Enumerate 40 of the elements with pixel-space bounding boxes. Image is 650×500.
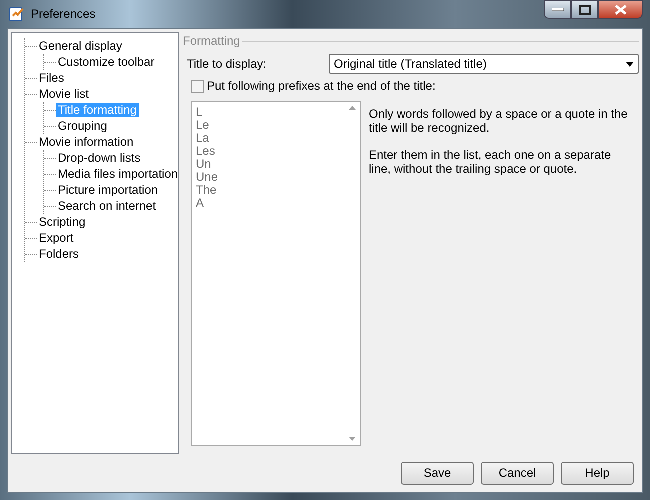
help-text: Enter them in the list, each one on a separate line, without the trailing space or quote. xyxy=(369,148,612,176)
tree-item[interactable]: Media files importation xyxy=(56,167,180,181)
save-button[interactable]: Save xyxy=(401,462,474,484)
tree-item[interactable]: Customize toolbar xyxy=(56,55,157,69)
tree-item[interactable]: Export xyxy=(37,231,76,245)
tree-item[interactable]: Search on internet xyxy=(56,199,158,213)
app-icon xyxy=(9,6,25,22)
tree-item[interactable]: Scripting xyxy=(37,215,88,229)
checkbox[interactable] xyxy=(191,80,204,92)
list-item: Un xyxy=(196,158,212,171)
tree-item[interactable]: Picture importation xyxy=(56,183,160,197)
tree-item[interactable]: Movie information xyxy=(37,135,136,149)
maximize-button[interactable] xyxy=(571,0,598,19)
dropdown-arrow-icon xyxy=(626,62,634,66)
list-item: Une xyxy=(196,171,220,184)
tree-item[interactable]: Grouping xyxy=(56,119,110,133)
list-item: Le xyxy=(196,119,210,132)
tree-item[interactable]: Movie list xyxy=(37,87,92,101)
list-item: L xyxy=(196,106,204,119)
cancel-button[interactable]: Cancel xyxy=(481,462,554,484)
tree-item[interactable]: Files xyxy=(37,71,66,85)
group-title: Formatting xyxy=(183,34,240,48)
window-title: Preferences xyxy=(31,7,97,21)
tree-item[interactable]: Drop-down lists xyxy=(56,151,143,165)
minimize-button[interactable] xyxy=(544,0,571,19)
field-label: Title to display: xyxy=(187,57,268,71)
help-button[interactable]: Help xyxy=(561,462,634,484)
help-text: Only words followed by a space or a quote in the title will be recognized. xyxy=(369,107,629,135)
checkbox-label: Put following prefixes at the end of the title: xyxy=(207,79,436,93)
list-item: The xyxy=(196,184,218,197)
tree-item[interactable]: General display xyxy=(37,39,124,53)
list-item: A xyxy=(196,197,206,210)
title-dropdown[interactable]: Original title (Translated title) xyxy=(329,54,639,74)
close-button[interactable] xyxy=(598,0,643,19)
list-item: Les xyxy=(196,145,216,158)
maximize-icon xyxy=(578,4,590,14)
list-item: La xyxy=(196,132,210,145)
minimize-icon xyxy=(552,8,564,12)
close-icon xyxy=(614,4,626,14)
tree-item[interactable]: Folders xyxy=(37,247,82,261)
